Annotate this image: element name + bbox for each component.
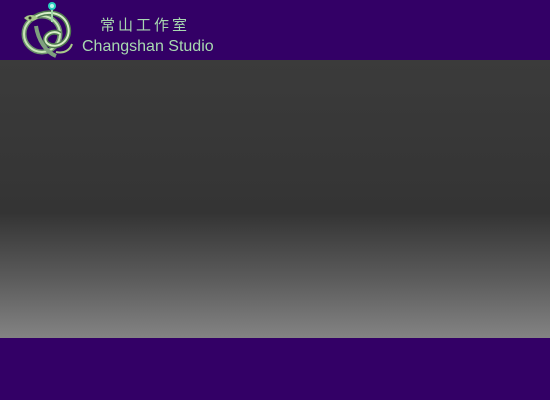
studio-title-english: Changshan Studio bbox=[82, 38, 214, 55]
studio-title-chinese: 常山工作室 bbox=[100, 16, 191, 34]
dragon-emblem-icon[interactable] bbox=[16, 0, 80, 60]
content-area bbox=[0, 60, 550, 338]
footer-bar bbox=[0, 338, 550, 400]
header-bar: 常山工作室 Changshan Studio bbox=[0, 0, 550, 60]
